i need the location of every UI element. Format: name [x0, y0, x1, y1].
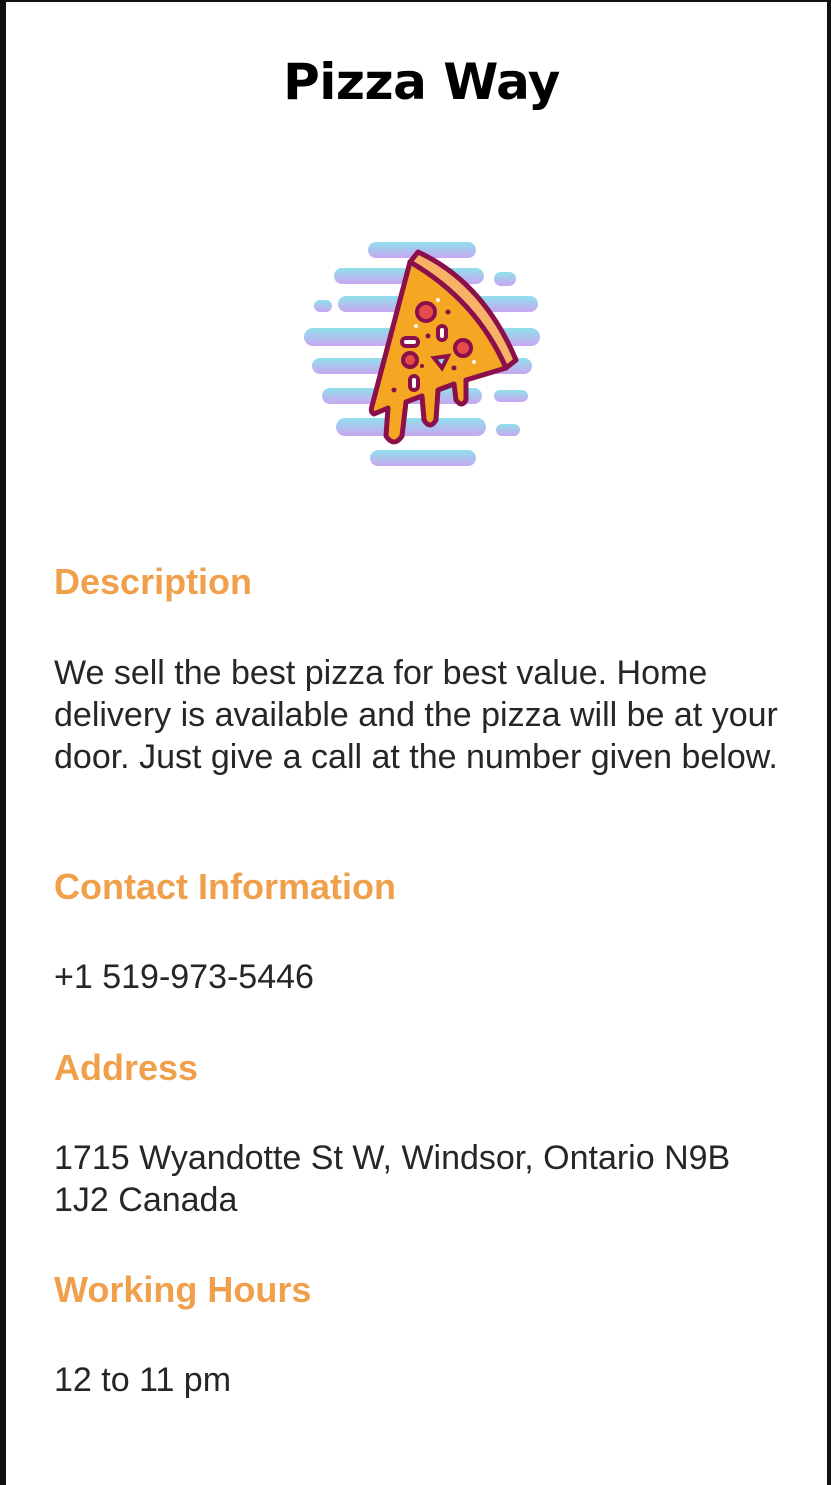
contact-phone[interactable]: +1 519-973-5446: [54, 956, 794, 998]
working-hours-heading: Working Hours: [54, 1269, 312, 1310]
page-title: Pizza Way: [283, 53, 560, 111]
contact-heading: Contact Information: [54, 866, 396, 907]
address-text: 1715 Wyandotte St W, Windsor, Ontario N9…: [54, 1139, 731, 1219]
working-hours-text: 12 to 11 pm: [54, 1361, 232, 1399]
app-screen: Pizza Way Description We sell the best p…: [0, 0, 831, 1485]
pizza-slice-icon: [304, 242, 540, 466]
description-text: We sell the best pizza for best value. H…: [54, 654, 778, 776]
description-heading: Description: [54, 561, 253, 602]
address-heading: Address: [54, 1047, 199, 1088]
